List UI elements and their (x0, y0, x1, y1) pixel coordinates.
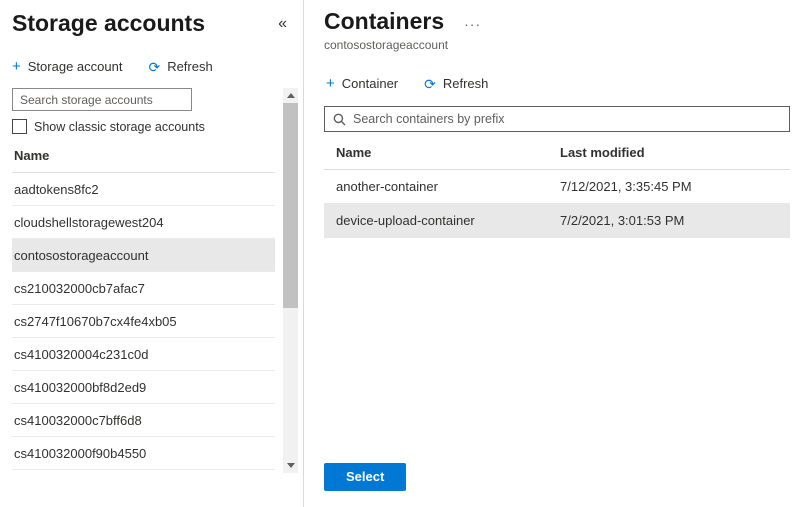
containers-header: Containers ··· (324, 6, 790, 35)
plus-icon: + (12, 59, 21, 74)
checkbox-icon[interactable] (12, 119, 27, 134)
storage-account-subtitle: contosostorageaccount (324, 38, 790, 52)
storage-account-item[interactable]: aadtokens8fc2 (12, 173, 275, 206)
name-column-header: Name (12, 134, 275, 173)
storage-account-item[interactable]: cs410032000bf8d2ed9 (12, 371, 275, 404)
scroll-down-icon[interactable] (283, 458, 298, 473)
search-icon (333, 113, 346, 126)
new-container-label: Container (342, 76, 398, 91)
container-last-modified: 7/12/2021, 3:35:45 PM (560, 179, 778, 194)
collapse-panel-icon[interactable]: « (274, 15, 291, 33)
storage-accounts-toolbar: + Storage account ⟳ Refresh (0, 59, 303, 74)
storage-accounts-title: Storage accounts (12, 10, 205, 37)
containers-title: Containers (324, 8, 444, 35)
containers-table: Name Last modified another-container7/12… (324, 136, 790, 238)
refresh-containers-label: Refresh (443, 76, 489, 91)
storage-account-item[interactable]: contosostorageaccount (12, 239, 275, 272)
search-storage-accounts-input[interactable] (12, 88, 192, 111)
container-last-modified: 7/2/2021, 3:01:53 PM (560, 213, 778, 228)
storage-accounts-scroll-region: Show classic storage accounts Name aadto… (0, 86, 303, 507)
container-row[interactable]: another-container7/12/2021, 3:35:45 PM (324, 170, 790, 204)
storage-accounts-panel: Storage accounts « + Storage account ⟳ R… (0, 0, 304, 507)
container-name: another-container (336, 179, 560, 194)
storage-accounts-list: aadtokens8fc2cloudshellstoragewest204con… (12, 173, 275, 470)
show-classic-label: Show classic storage accounts (34, 120, 205, 134)
containers-table-header: Name Last modified (324, 136, 790, 170)
refresh-storage-accounts-button[interactable]: ⟳ Refresh (148, 59, 212, 74)
containers-toolbar: + Container ⟳ Refresh (324, 76, 790, 91)
storage-account-item[interactable]: cs210032000cb7afac7 (12, 272, 275, 305)
refresh-containers-button[interactable]: ⟳ Refresh (424, 76, 488, 91)
containers-panel: Containers ··· contosostorageaccount + C… (304, 0, 798, 507)
storage-account-item[interactable]: cs410032000c7bff6d8 (12, 404, 275, 437)
storage-account-item[interactable]: cs2747f10670b7cx4fe4xb05 (12, 305, 275, 338)
storage-account-item[interactable]: cloudshellstoragewest204 (12, 206, 275, 239)
refresh-icon: ⟳ (424, 77, 436, 91)
container-name: device-upload-container (336, 213, 560, 228)
scrollbar[interactable] (283, 88, 298, 473)
new-storage-account-label: Storage account (28, 59, 123, 74)
new-container-button[interactable]: + Container (326, 76, 398, 91)
container-row[interactable]: device-upload-container7/2/2021, 3:01:53… (324, 204, 790, 238)
search-containers-box[interactable] (324, 106, 790, 132)
show-classic-checkbox-row[interactable]: Show classic storage accounts (12, 119, 275, 134)
refresh-storage-accounts-label: Refresh (167, 59, 213, 74)
storage-account-item[interactable]: cs410032000f90b4550 (12, 437, 275, 470)
new-storage-account-button[interactable]: + Storage account (12, 59, 122, 74)
storage-account-item[interactable]: cs4100320004c231c0d (12, 338, 275, 371)
column-header-last-modified[interactable]: Last modified (560, 145, 778, 160)
storage-accounts-header: Storage accounts « (0, 6, 303, 37)
plus-icon: + (326, 76, 335, 91)
dialog-footer: Select (324, 463, 790, 495)
refresh-icon: ⟳ (148, 60, 160, 74)
container-picker-dialog: Storage accounts « + Storage account ⟳ R… (0, 0, 798, 507)
containers-rows: another-container7/12/2021, 3:35:45 PMde… (324, 170, 790, 238)
select-button[interactable]: Select (324, 463, 406, 491)
more-actions-icon[interactable]: ··· (464, 16, 481, 32)
search-containers-input[interactable] (353, 112, 781, 126)
scroll-up-icon[interactable] (283, 88, 298, 103)
column-header-name[interactable]: Name (336, 145, 560, 160)
scrollbar-thumb[interactable] (283, 103, 298, 308)
